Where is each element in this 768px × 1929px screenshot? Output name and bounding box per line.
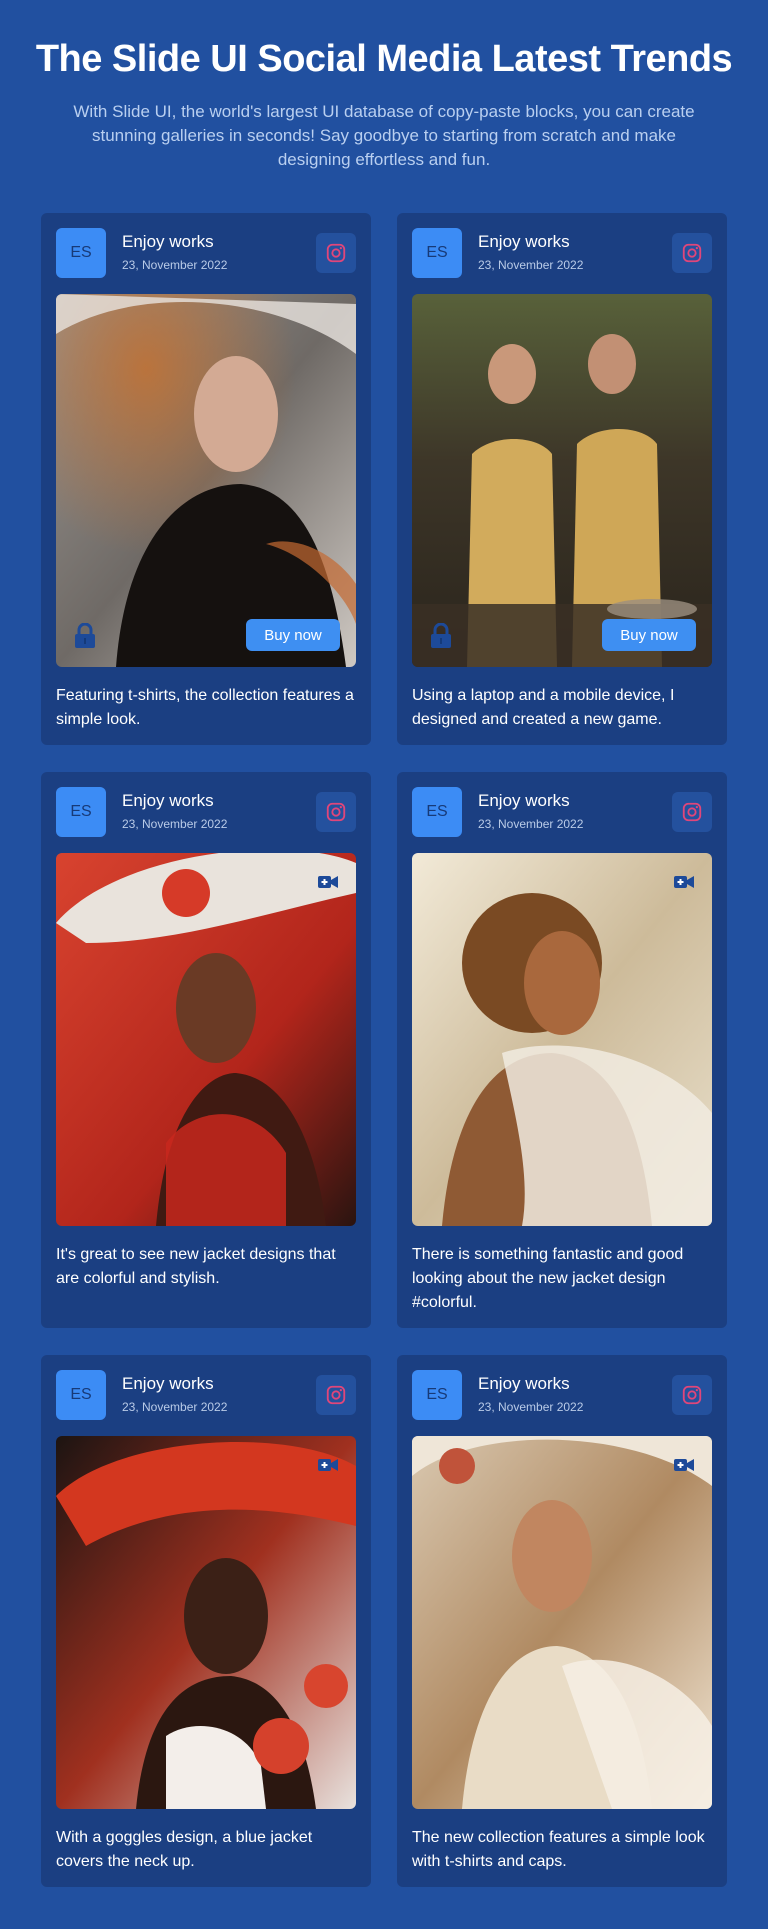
post-image[interactable] bbox=[56, 1436, 356, 1809]
avatar[interactable]: ES bbox=[412, 228, 462, 278]
post-date: 23, November 2022 bbox=[122, 817, 228, 831]
page: The Slide UI Social Media Latest Trends … bbox=[0, 0, 768, 1929]
avatar[interactable]: ES bbox=[56, 228, 106, 278]
instagram-icon bbox=[681, 1384, 703, 1406]
video-icon bbox=[674, 1458, 694, 1472]
lock-icon bbox=[74, 623, 96, 649]
post-caption: Featuring t-shirts, the collection featu… bbox=[56, 687, 354, 728]
instagram-button[interactable] bbox=[672, 233, 712, 273]
post-date: 23, November 2022 bbox=[478, 1400, 584, 1414]
author-name[interactable]: Enjoy works bbox=[478, 1374, 570, 1394]
post-card: ES Enjoy works 23, November 2022 It's gr… bbox=[41, 772, 371, 1328]
page-subtitle: With Slide UI, the world's largest UI da… bbox=[73, 102, 695, 169]
author-name[interactable]: Enjoy works bbox=[122, 791, 214, 811]
video-icon bbox=[674, 875, 694, 889]
post-date: 23, November 2022 bbox=[478, 258, 584, 272]
author-name[interactable]: Enjoy works bbox=[122, 1374, 214, 1394]
post-card: ES Enjoy works 23, November 2022 With a … bbox=[41, 1355, 371, 1887]
instagram-icon bbox=[325, 801, 347, 823]
post-image[interactable] bbox=[412, 1436, 712, 1809]
post-date: 23, November 2022 bbox=[478, 817, 584, 831]
post-card: ES Enjoy works 23, November 2022 There i… bbox=[397, 772, 727, 1328]
post-caption: It's great to see new jacket designs tha… bbox=[56, 1246, 336, 1287]
instagram-icon bbox=[325, 1384, 347, 1406]
photo-couple-cooking bbox=[412, 294, 712, 667]
instagram-button[interactable] bbox=[316, 1375, 356, 1415]
lock-icon bbox=[430, 623, 452, 649]
post-caption: With a goggles design, a blue jacket cov… bbox=[56, 1829, 313, 1870]
avatar[interactable]: ES bbox=[56, 787, 106, 837]
instagram-icon bbox=[325, 242, 347, 264]
post-card: ES Enjoy works 23, November 2022 The new… bbox=[397, 1355, 727, 1887]
instagram-icon bbox=[681, 801, 703, 823]
post-image[interactable]: Buy now bbox=[412, 294, 712, 667]
photo-woman-lace-veil bbox=[412, 1436, 712, 1809]
author-name[interactable]: Enjoy works bbox=[478, 791, 570, 811]
page-title: The Slide UI Social Media Latest Trends bbox=[35, 38, 733, 80]
video-icon bbox=[318, 875, 338, 889]
buy-now-button[interactable]: Buy now bbox=[246, 619, 340, 651]
avatar[interactable]: ES bbox=[56, 1370, 106, 1420]
avatar[interactable]: ES bbox=[412, 787, 462, 837]
photo-woman-red-flowers bbox=[56, 1436, 356, 1809]
post-caption: The new collection features a simple loo… bbox=[412, 1829, 705, 1870]
post-card: ES Enjoy works 23, November 2022 Buy now bbox=[41, 213, 371, 745]
post-image[interactable]: Buy now bbox=[56, 294, 356, 667]
instagram-button[interactable] bbox=[316, 792, 356, 832]
post-date: 23, November 2022 bbox=[122, 1400, 228, 1414]
author-name[interactable]: Enjoy works bbox=[122, 232, 214, 252]
instagram-button[interactable] bbox=[316, 233, 356, 273]
post-image[interactable] bbox=[412, 853, 712, 1226]
post-image[interactable] bbox=[56, 853, 356, 1226]
instagram-button[interactable] bbox=[672, 1375, 712, 1415]
post-card: ES Enjoy works 23, November 2022 Buy now… bbox=[397, 213, 727, 745]
photo-woman-red-hat bbox=[56, 853, 356, 1226]
instagram-icon bbox=[681, 242, 703, 264]
author-name[interactable]: Enjoy works bbox=[478, 232, 570, 252]
post-caption: Using a laptop and a mobile device, I de… bbox=[412, 687, 675, 728]
video-icon bbox=[318, 1458, 338, 1472]
post-date: 23, November 2022 bbox=[122, 258, 228, 272]
instagram-button[interactable] bbox=[672, 792, 712, 832]
avatar[interactable]: ES bbox=[412, 1370, 462, 1420]
buy-now-button[interactable]: Buy now bbox=[602, 619, 696, 651]
photo-woman-with-scarf bbox=[56, 294, 356, 667]
photo-woman-white-veil bbox=[412, 853, 712, 1226]
post-caption: There is something fantastic and good lo… bbox=[412, 1246, 684, 1311]
